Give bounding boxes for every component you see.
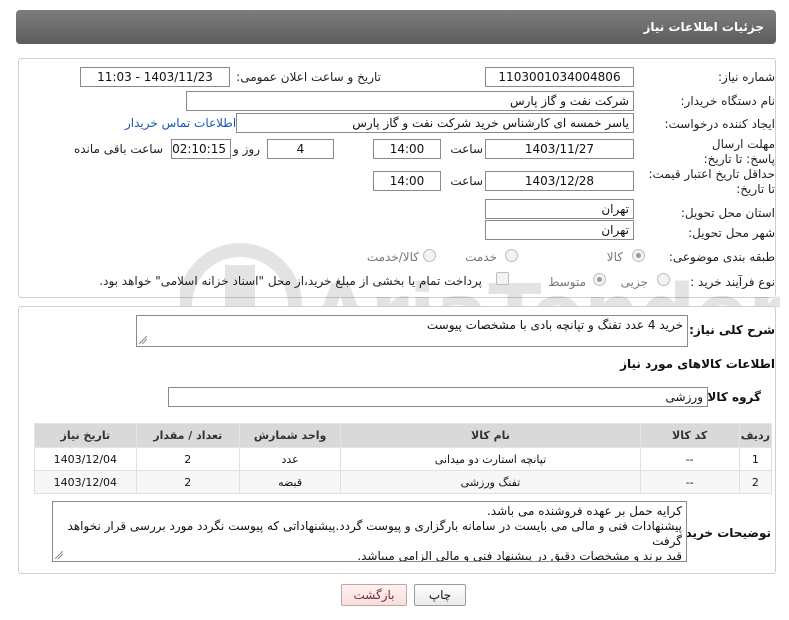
cell-code: --	[639, 470, 740, 494]
requester-label: ایجاد کننده درخواست:	[664, 117, 775, 131]
need-number-label: شماره نیاز:	[718, 70, 775, 84]
notes-line: کرایه حمل بر عهده فروشنده می باشد.	[486, 504, 682, 518]
cell-row-num: 2	[738, 470, 773, 494]
day-and-label: روز و	[233, 142, 260, 156]
reply-date-field: 1403/11/27	[485, 139, 634, 159]
category-label-both: کالا/خدمت	[366, 250, 419, 264]
col-header-qty: تعداد / مقدار	[135, 423, 240, 448]
print-button[interactable]: چاپ	[414, 584, 466, 606]
cell-name: تفنگ ورزشی	[340, 470, 641, 494]
table-header-row: ردیف کد کالا نام کالا واحد شمارش تعداد /…	[34, 423, 773, 448]
reply-time-label: ساعت	[450, 142, 483, 156]
need-number-field: 1103001034004806	[485, 67, 634, 87]
process-label-medium: متوسط	[548, 275, 586, 289]
page-header: جزئیات اطلاعات نیاز	[16, 10, 776, 44]
notes-line: پیشنهادات فنی و مالی می بایست در سامانه …	[67, 519, 682, 548]
cell-date: 1403/12/04	[34, 470, 137, 494]
resize-grip-icon[interactable]	[139, 336, 147, 344]
province-field: تهران	[485, 199, 634, 219]
back-button[interactable]: بازگشت	[341, 584, 407, 606]
cell-row-num: 1	[738, 447, 773, 471]
general-desc-text: خرید 4 عدد تفنگ و تپانچه بادی با مشخصات …	[426, 318, 683, 332]
days-field: 4	[267, 139, 334, 159]
category-radio-service[interactable]	[505, 249, 518, 262]
category-label-service: خدمت	[465, 250, 497, 264]
notes-line: قید برند و مشخصات دقیق در پیشنهاد فنی و …	[357, 549, 682, 562]
buyer-org-field: شرکت نفت و گاز پارس	[186, 91, 634, 111]
buyer-notes-field: کرایه حمل بر عهده فروشنده می باشد. پیشنه…	[52, 501, 687, 562]
price-validity-label: حداقل تاریخ اعتبار قیمت: تا تاریخ:	[648, 167, 775, 196]
items-table: ردیف کد کالا نام کالا واحد شمارش تعداد /…	[34, 423, 773, 494]
cell-qty: 2	[135, 470, 240, 494]
contact-buyer-link[interactable]: اطلاعات تماس خریدار	[125, 116, 236, 130]
process-radio-minor[interactable]	[657, 273, 670, 286]
col-header-unit: واحد شمارش	[238, 423, 342, 448]
validity-time-field: 14:00	[373, 171, 441, 191]
col-header-date: تاریخ نیاز	[34, 423, 137, 448]
cell-qty: 2	[135, 447, 240, 471]
treasury-note: پرداخت تمام یا بخشی از مبلغ خرید،از محل …	[99, 274, 482, 288]
process-type-label: نوع فرآیند خرید :	[690, 275, 775, 289]
requester-field: یاسر خمسه ای کارشناس خرید شرکت نفت و گاز…	[236, 113, 634, 133]
delivery-city-label: شهر محل تحویل:	[688, 226, 775, 240]
announce-datetime-field: 1403/11/23 - 11:03	[80, 67, 230, 87]
cell-name: تپانچه استارت دو میدانی	[340, 447, 641, 471]
announce-datetime-label: تاریخ و ساعت اعلان عمومی:	[236, 70, 381, 84]
delivery-province-label: استان محل تحویل:	[680, 206, 775, 220]
category-label: طبقه بندی موضوعی:	[668, 250, 775, 264]
process-radio-medium[interactable]	[593, 273, 606, 286]
validity-time-label: ساعت	[450, 174, 483, 188]
category-radio-goods[interactable]	[632, 249, 645, 262]
cell-code: --	[639, 447, 740, 471]
cell-unit: عدد	[238, 447, 342, 471]
col-header-code: کد کالا	[639, 423, 740, 448]
table-row: 1 -- تپانچه استارت دو میدانی عدد 2 1403/…	[34, 447, 773, 471]
resize-grip-icon[interactable]	[55, 551, 63, 559]
general-desc-field: خرید 4 عدد تفنگ و تپانچه بادی با مشخصات …	[136, 315, 688, 347]
table-row: 2 -- تفنگ ورزشی قبضه 2 1403/12/04	[34, 470, 773, 494]
validity-date-field: 1403/12/28	[485, 171, 634, 191]
reply-deadline-label: مهلت ارسال پاسخ: تا تاریخ:	[703, 137, 775, 166]
general-desc-label: شرح کلی نیاز:	[689, 323, 775, 337]
cell-unit: قبضه	[238, 470, 342, 494]
page-title: جزئیات اطلاعات نیاز	[643, 20, 764, 34]
remaining-label: ساعت باقی مانده	[73, 142, 163, 156]
process-label-minor: جزیی	[620, 275, 648, 289]
goods-group-label: گروه کالا:	[702, 390, 761, 404]
col-header-name: نام کالا	[340, 423, 641, 448]
cell-date: 1403/12/04	[34, 447, 137, 471]
goods-group-field: ورزشی	[168, 387, 708, 407]
reply-time-field: 14:00	[373, 139, 441, 159]
city-field: تهران	[485, 220, 634, 240]
category-radio-both[interactable]	[423, 249, 436, 262]
buyer-org-label: نام دستگاه خریدار:	[680, 94, 776, 108]
treasury-checkbox[interactable]	[496, 272, 509, 285]
category-label-goods: کالا	[606, 250, 623, 264]
remaining-time-field: 02:10:15	[171, 139, 231, 159]
goods-info-title: اطلاعات کالاهای مورد نیاز	[620, 357, 775, 371]
col-header-row: ردیف	[738, 423, 773, 448]
